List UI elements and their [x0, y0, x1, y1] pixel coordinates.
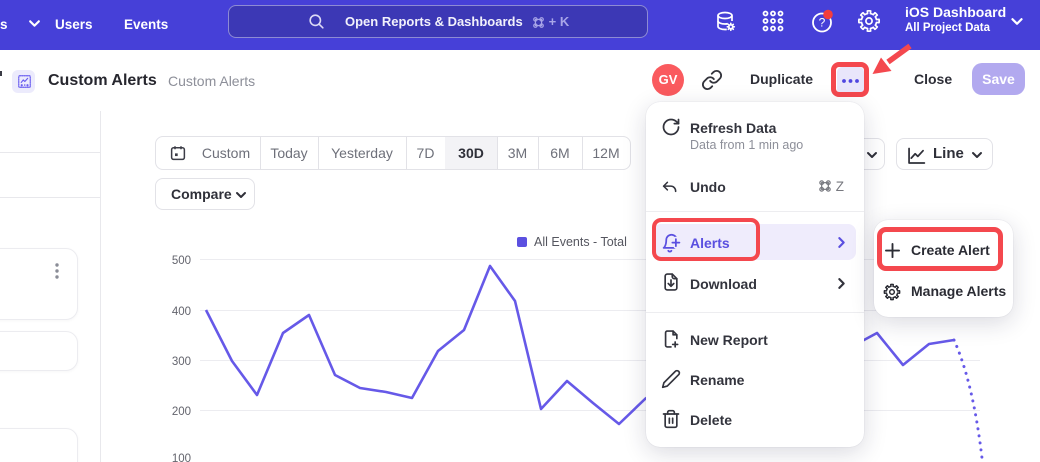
svg-text:500: 500: [172, 255, 191, 267]
svg-text:200: 200: [172, 406, 191, 418]
svg-text:400: 400: [172, 306, 191, 318]
svg-text:300: 300: [172, 356, 191, 368]
svg-text:100: 100: [172, 453, 191, 462]
